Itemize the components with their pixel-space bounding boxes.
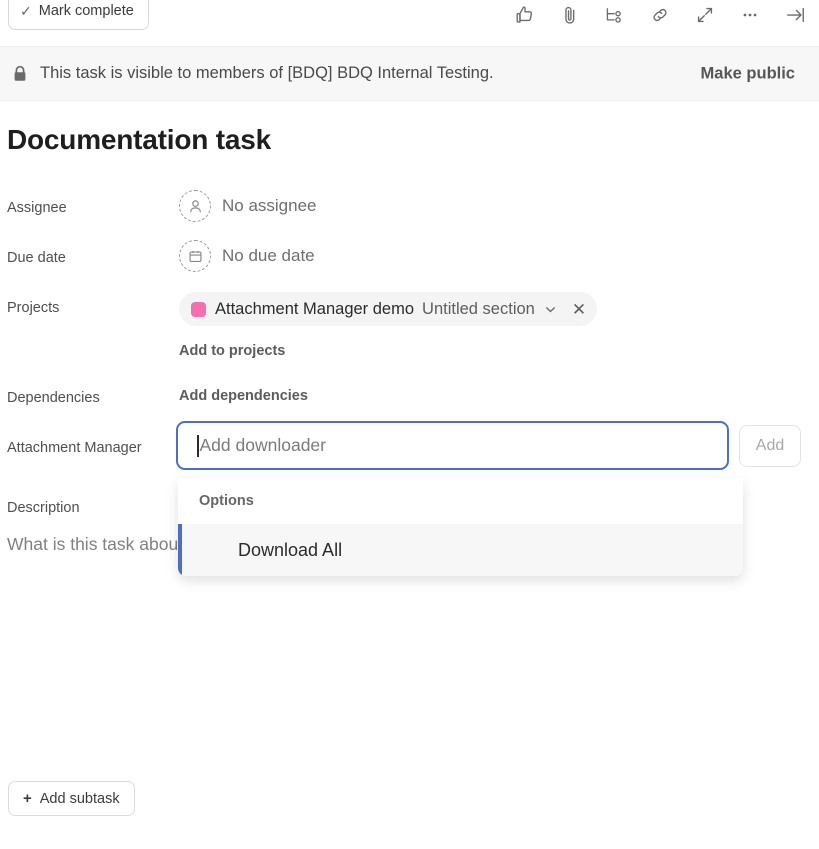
add-subtask-label: Add subtask (40, 791, 120, 807)
calendar-icon (179, 240, 211, 272)
toolbar-icon-group (502, 0, 817, 32)
assignee-value[interactable]: No assignee (179, 190, 317, 222)
task-detail-pane: ✓ Mark complete (0, 0, 819, 849)
paperclip-icon (559, 4, 581, 26)
add-downloader-input[interactable]: Add downloader (176, 421, 729, 470)
thumbs-up-icon (514, 4, 536, 26)
like-button[interactable] (502, 0, 547, 32)
expand-icon (694, 4, 716, 26)
projects-value: Attachment Manager demo Untitled section… (179, 292, 597, 326)
link-icon (649, 4, 671, 26)
fullscreen-button[interactable] (682, 0, 727, 32)
check-icon: ✓ (20, 4, 32, 18)
assignee-label: Assignee (7, 200, 67, 216)
dropdown-option-label: Download All (238, 540, 342, 561)
add-subtask-footer-button[interactable]: + Add subtask (8, 781, 135, 816)
task-toolbar: ✓ Mark complete (0, 0, 819, 30)
project-color-swatch (191, 302, 206, 317)
description-label: Description (7, 500, 80, 516)
chevron-down-icon[interactable] (544, 303, 557, 316)
mark-complete-label: Mark complete (39, 3, 134, 19)
due-date-text: No due date (222, 246, 315, 266)
project-chip[interactable]: Attachment Manager demo Untitled section… (179, 292, 597, 326)
add-to-projects-button[interactable]: Add to projects (179, 342, 285, 360)
person-glyph (187, 198, 204, 215)
add-downloader-button[interactable]: Add (739, 425, 801, 467)
text-cursor (197, 435, 199, 457)
more-options-button[interactable] (727, 0, 772, 32)
remove-project-button[interactable]: ✕ (572, 301, 586, 318)
more-options-icon (739, 4, 761, 26)
make-public-button[interactable]: Make public (701, 64, 795, 83)
attachment-manager-label: Attachment Manager (7, 440, 142, 456)
plus-icon: + (23, 790, 32, 807)
calendar-glyph (187, 248, 204, 265)
close-panel-button[interactable] (772, 0, 817, 32)
assignee-text: No assignee (222, 196, 317, 216)
add-to-projects-label: Add to projects (179, 343, 285, 359)
privacy-banner-text: This task is visible to members of [BDQ]… (40, 64, 494, 83)
add-subtask-button[interactable] (592, 0, 637, 32)
person-icon (179, 190, 211, 222)
description-placeholder[interactable]: What is this task about (7, 534, 183, 555)
add-downloader-button-label: Add (756, 437, 784, 455)
add-dependencies-button[interactable]: Add dependencies (179, 387, 308, 405)
task-title[interactable]: Documentation task (7, 124, 271, 156)
add-dependencies-label: Add dependencies (179, 388, 308, 404)
dropdown-option-download-all[interactable]: Download All (178, 524, 743, 576)
close-panel-icon (783, 4, 807, 26)
due-date-value[interactable]: No due date (179, 240, 315, 272)
lock-icon (10, 65, 30, 83)
mark-complete-button[interactable]: ✓ Mark complete (8, 0, 149, 30)
project-section-name[interactable]: Untitled section (422, 300, 535, 319)
add-downloader-placeholder: Add downloader (200, 435, 326, 456)
downloader-options-dropdown: Options Download All (178, 478, 743, 576)
projects-label: Projects (7, 300, 59, 316)
lock-glyph (12, 65, 28, 83)
privacy-banner: This task is visible to members of [BDQ]… (0, 46, 819, 101)
due-date-label: Due date (7, 250, 66, 266)
chevron-down-glyph (544, 303, 557, 316)
subtask-icon (603, 4, 626, 26)
attach-file-button[interactable] (547, 0, 592, 32)
dropdown-group-header: Options (178, 478, 743, 524)
dependencies-label: Dependencies (7, 390, 100, 406)
project-name: Attachment Manager demo (215, 300, 414, 319)
copy-link-button[interactable] (637, 0, 682, 32)
